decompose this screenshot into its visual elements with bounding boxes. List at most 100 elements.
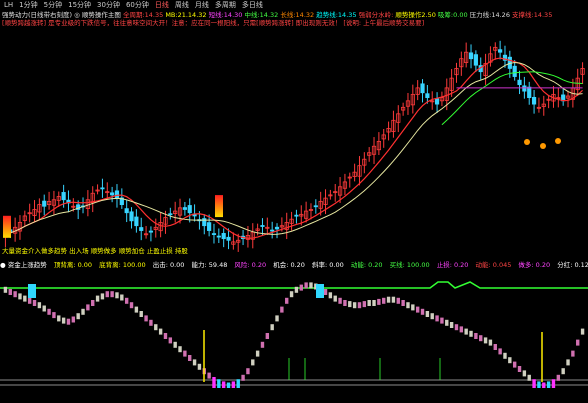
candle-body (124, 208, 129, 214)
candle-body (517, 79, 522, 86)
period-tab-2[interactable]: 5分钟 (44, 0, 62, 10)
histogram-bar (188, 355, 192, 361)
histogram-bar (474, 333, 478, 339)
histogram-bar (66, 318, 71, 325)
histogram-bar (517, 366, 522, 372)
period-tab-5[interactable]: 60分钟 (126, 0, 149, 10)
histogram-bar (343, 300, 347, 306)
histogram-bar (323, 289, 328, 295)
histogram-bar (37, 302, 42, 309)
candle-body (134, 216, 139, 227)
period-tab-6[interactable]: 日线 (155, 0, 169, 10)
histogram-bar (100, 293, 105, 300)
legend-item-9: 买线: 100.00 (389, 261, 432, 269)
histogram-bar (522, 370, 527, 377)
candle-body (226, 236, 231, 241)
legend-item-2: 底背离: 100.00 (99, 261, 148, 269)
legend-item-13: 分红: 0.12 (557, 261, 588, 269)
legend-item-10: 止损: 0.20 (436, 261, 471, 269)
period-tab-9[interactable]: 多周期 (215, 0, 236, 10)
histogram-bar (13, 291, 17, 298)
histogram-bar (120, 294, 124, 301)
histogram-bar (231, 381, 236, 388)
histogram-bar (285, 297, 289, 304)
histogram-bar (178, 346, 182, 353)
signal-note-text: [顺势跨越涨转] 是专业级的下跌信号，往往意味空间大开！注意：应在同一根阳线，只… (2, 19, 425, 27)
histogram-bar (406, 302, 410, 309)
candle-body (434, 98, 440, 105)
histogram-bar (493, 344, 497, 350)
histogram-bar (3, 286, 8, 293)
histogram-bar (91, 300, 95, 306)
ma-fast-line (5, 57, 583, 239)
histogram-bar (386, 296, 391, 303)
histogram-bar (236, 379, 240, 388)
period-tab-1[interactable]: 1分钟 (19, 0, 37, 10)
top-marker (28, 284, 36, 298)
histogram-bar (183, 350, 187, 357)
histogram-bar (537, 381, 541, 388)
histogram-bar (391, 296, 396, 303)
histogram-bar (57, 315, 61, 322)
histogram-bar (95, 295, 100, 302)
period-tab-4[interactable]: 30分钟 (97, 0, 120, 10)
period-tab-10[interactable]: 多日线 (242, 0, 263, 10)
histogram-bar (144, 315, 148, 322)
histogram-bar (294, 286, 299, 293)
signal-box (215, 195, 223, 218)
candle-body (42, 200, 47, 207)
histogram-bar (352, 302, 357, 309)
histogram-bar (508, 357, 512, 364)
legend-item-8: 顺势操作2.50 (395, 11, 438, 19)
histogram-bar (440, 317, 444, 324)
histogram-bar (556, 374, 561, 381)
histogram-bar (382, 297, 386, 304)
histogram-bar (483, 337, 488, 344)
histogram-bar (275, 315, 279, 322)
period-tab-3[interactable]: 15分钟 (68, 0, 91, 10)
candle-body (148, 230, 154, 233)
histogram-bar (469, 330, 473, 337)
histogram-bar (154, 324, 158, 331)
candle-body (498, 49, 503, 53)
histogram-bar (362, 301, 367, 308)
histogram-bar (246, 368, 250, 375)
histogram-bar (377, 298, 381, 305)
histogram-bar (372, 300, 376, 306)
candle-body (260, 225, 265, 227)
candle-body (110, 192, 115, 196)
histogram-bar (411, 304, 415, 311)
candle-body (522, 85, 527, 92)
candle-body (425, 93, 430, 99)
histogram-bar (255, 350, 260, 357)
histogram-bar (86, 304, 90, 311)
signal-dot (540, 143, 546, 149)
histogram-bar (226, 382, 231, 388)
candlestick-chart[interactable] (0, 28, 588, 260)
histogram-bar (207, 372, 211, 379)
candle-body (270, 229, 275, 232)
histogram-bar (76, 313, 80, 320)
candle-body (216, 235, 221, 238)
histogram-bar (192, 359, 197, 366)
candle-body (100, 187, 105, 190)
candle-body (168, 213, 173, 216)
period-tab-0[interactable]: LH (4, 0, 13, 10)
histogram-bar (357, 302, 362, 309)
candle-body (207, 222, 212, 231)
bottom-signal-text: 大量资金介入做多趋势 出入场 顺势做多 顺势加仓 止盈止损 持股 (2, 247, 188, 255)
period-tab-8[interactable]: 月线 (195, 0, 209, 10)
legend-item-2: MB:21.14.32 (165, 11, 209, 19)
histogram-bar (348, 301, 352, 308)
histogram-bar (139, 311, 143, 317)
histogram-bar (149, 319, 153, 326)
histogram-bar (163, 333, 168, 339)
histogram-bar (299, 284, 303, 291)
candle-body (531, 96, 537, 105)
histogram-bar (168, 337, 173, 344)
histogram-bar (479, 335, 483, 342)
legend-item-4: 能力: 59.48 (191, 261, 230, 269)
oscillator-chart[interactable] (0, 270, 588, 403)
histogram-bar (367, 300, 371, 306)
period-tab-7[interactable]: 周线 (175, 0, 189, 10)
